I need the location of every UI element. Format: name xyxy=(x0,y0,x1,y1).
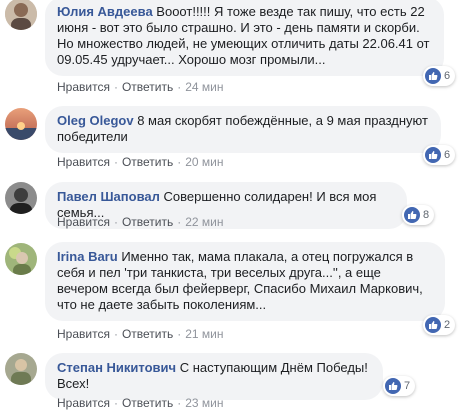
comment-author[interactable]: Юлия Авдеева xyxy=(57,4,153,19)
like-icon xyxy=(425,147,441,163)
reaction-count-value: 6 xyxy=(444,70,451,82)
reaction-count[interactable]: 2 xyxy=(423,315,456,335)
comment-bubble: Юлия Авдеева Вооот!!!!! Я тоже везде так… xyxy=(45,0,444,76)
comment-actions: Нравится · Ответить · 21 мин xyxy=(57,327,224,341)
comment-actions: Нравится · Ответить · 23 мин xyxy=(57,396,224,410)
comment-author[interactable]: Irina Baru xyxy=(57,249,118,264)
comment-time[interactable]: 24 мин xyxy=(185,80,223,94)
avatar[interactable] xyxy=(5,182,37,214)
reply-link[interactable]: Ответить xyxy=(122,327,173,341)
reaction-count[interactable]: 7 xyxy=(383,376,416,396)
reply-link[interactable]: Ответить xyxy=(122,215,173,229)
separator-dot: · xyxy=(113,327,118,341)
comment-bubble: Irina Baru Именно так, мама плакала, а о… xyxy=(45,242,445,321)
like-link[interactable]: Нравится xyxy=(57,396,110,410)
like-icon xyxy=(404,207,420,223)
separator-dot: · xyxy=(177,80,182,94)
comment-actions: Нравится · Ответить · 24 мин xyxy=(57,80,224,94)
avatar[interactable] xyxy=(5,243,37,275)
avatar-photo-icon xyxy=(5,182,37,214)
separator-dot: · xyxy=(177,215,182,229)
comment-time[interactable]: 21 мин xyxy=(185,327,223,341)
avatar-photo-icon xyxy=(5,108,37,140)
comment-author[interactable]: Павел Шаповал xyxy=(57,189,160,204)
avatar-photo-icon xyxy=(5,353,37,385)
separator-dot: · xyxy=(113,155,118,169)
reaction-count-value: 7 xyxy=(404,380,411,392)
reaction-count-value: 6 xyxy=(444,149,451,161)
like-link[interactable]: Нравится xyxy=(57,155,110,169)
comment-bubble: Степан Никитович С наступающим Днём Побе… xyxy=(45,353,383,400)
separator-dot: · xyxy=(113,396,118,410)
reply-link[interactable]: Ответить xyxy=(122,396,173,410)
separator-dot: · xyxy=(113,215,118,229)
reaction-count-value: 8 xyxy=(423,209,430,221)
comment-actions: Нравится · Ответить · 22 мин xyxy=(57,215,224,229)
separator-dot: · xyxy=(177,155,182,169)
comment-author[interactable]: Oleg Olegov xyxy=(57,113,134,128)
reaction-count-value: 2 xyxy=(444,319,451,331)
like-link[interactable]: Нравится xyxy=(57,215,110,229)
avatar[interactable] xyxy=(5,353,37,385)
like-link[interactable]: Нравится xyxy=(57,80,110,94)
avatar-photo-icon xyxy=(5,243,37,275)
comment-time[interactable]: 22 мин xyxy=(185,215,223,229)
comment-time[interactable]: 23 мин xyxy=(185,396,223,410)
like-icon xyxy=(425,68,441,84)
reaction-count[interactable]: 6 xyxy=(423,66,456,86)
reaction-count[interactable]: 6 xyxy=(423,145,456,165)
avatar[interactable] xyxy=(5,0,37,30)
comment-bubble: Oleg Olegov 8 мая скорбят побеждённые, а… xyxy=(45,106,441,153)
comment-time[interactable]: 20 мин xyxy=(185,155,223,169)
like-link[interactable]: Нравится xyxy=(57,327,110,341)
comment-actions: Нравится · Ответить · 20 мин xyxy=(57,155,224,169)
like-icon xyxy=(385,378,401,394)
like-icon xyxy=(425,317,441,333)
separator-dot: · xyxy=(113,80,118,94)
avatar-photo-icon xyxy=(5,0,37,30)
reply-link[interactable]: Ответить xyxy=(122,80,173,94)
avatar[interactable] xyxy=(5,108,37,140)
reaction-count[interactable]: 8 xyxy=(402,205,435,225)
separator-dot: · xyxy=(177,327,182,341)
reply-link[interactable]: Ответить xyxy=(122,155,173,169)
comment-author[interactable]: Степан Никитович xyxy=(57,360,176,375)
separator-dot: · xyxy=(177,396,182,410)
